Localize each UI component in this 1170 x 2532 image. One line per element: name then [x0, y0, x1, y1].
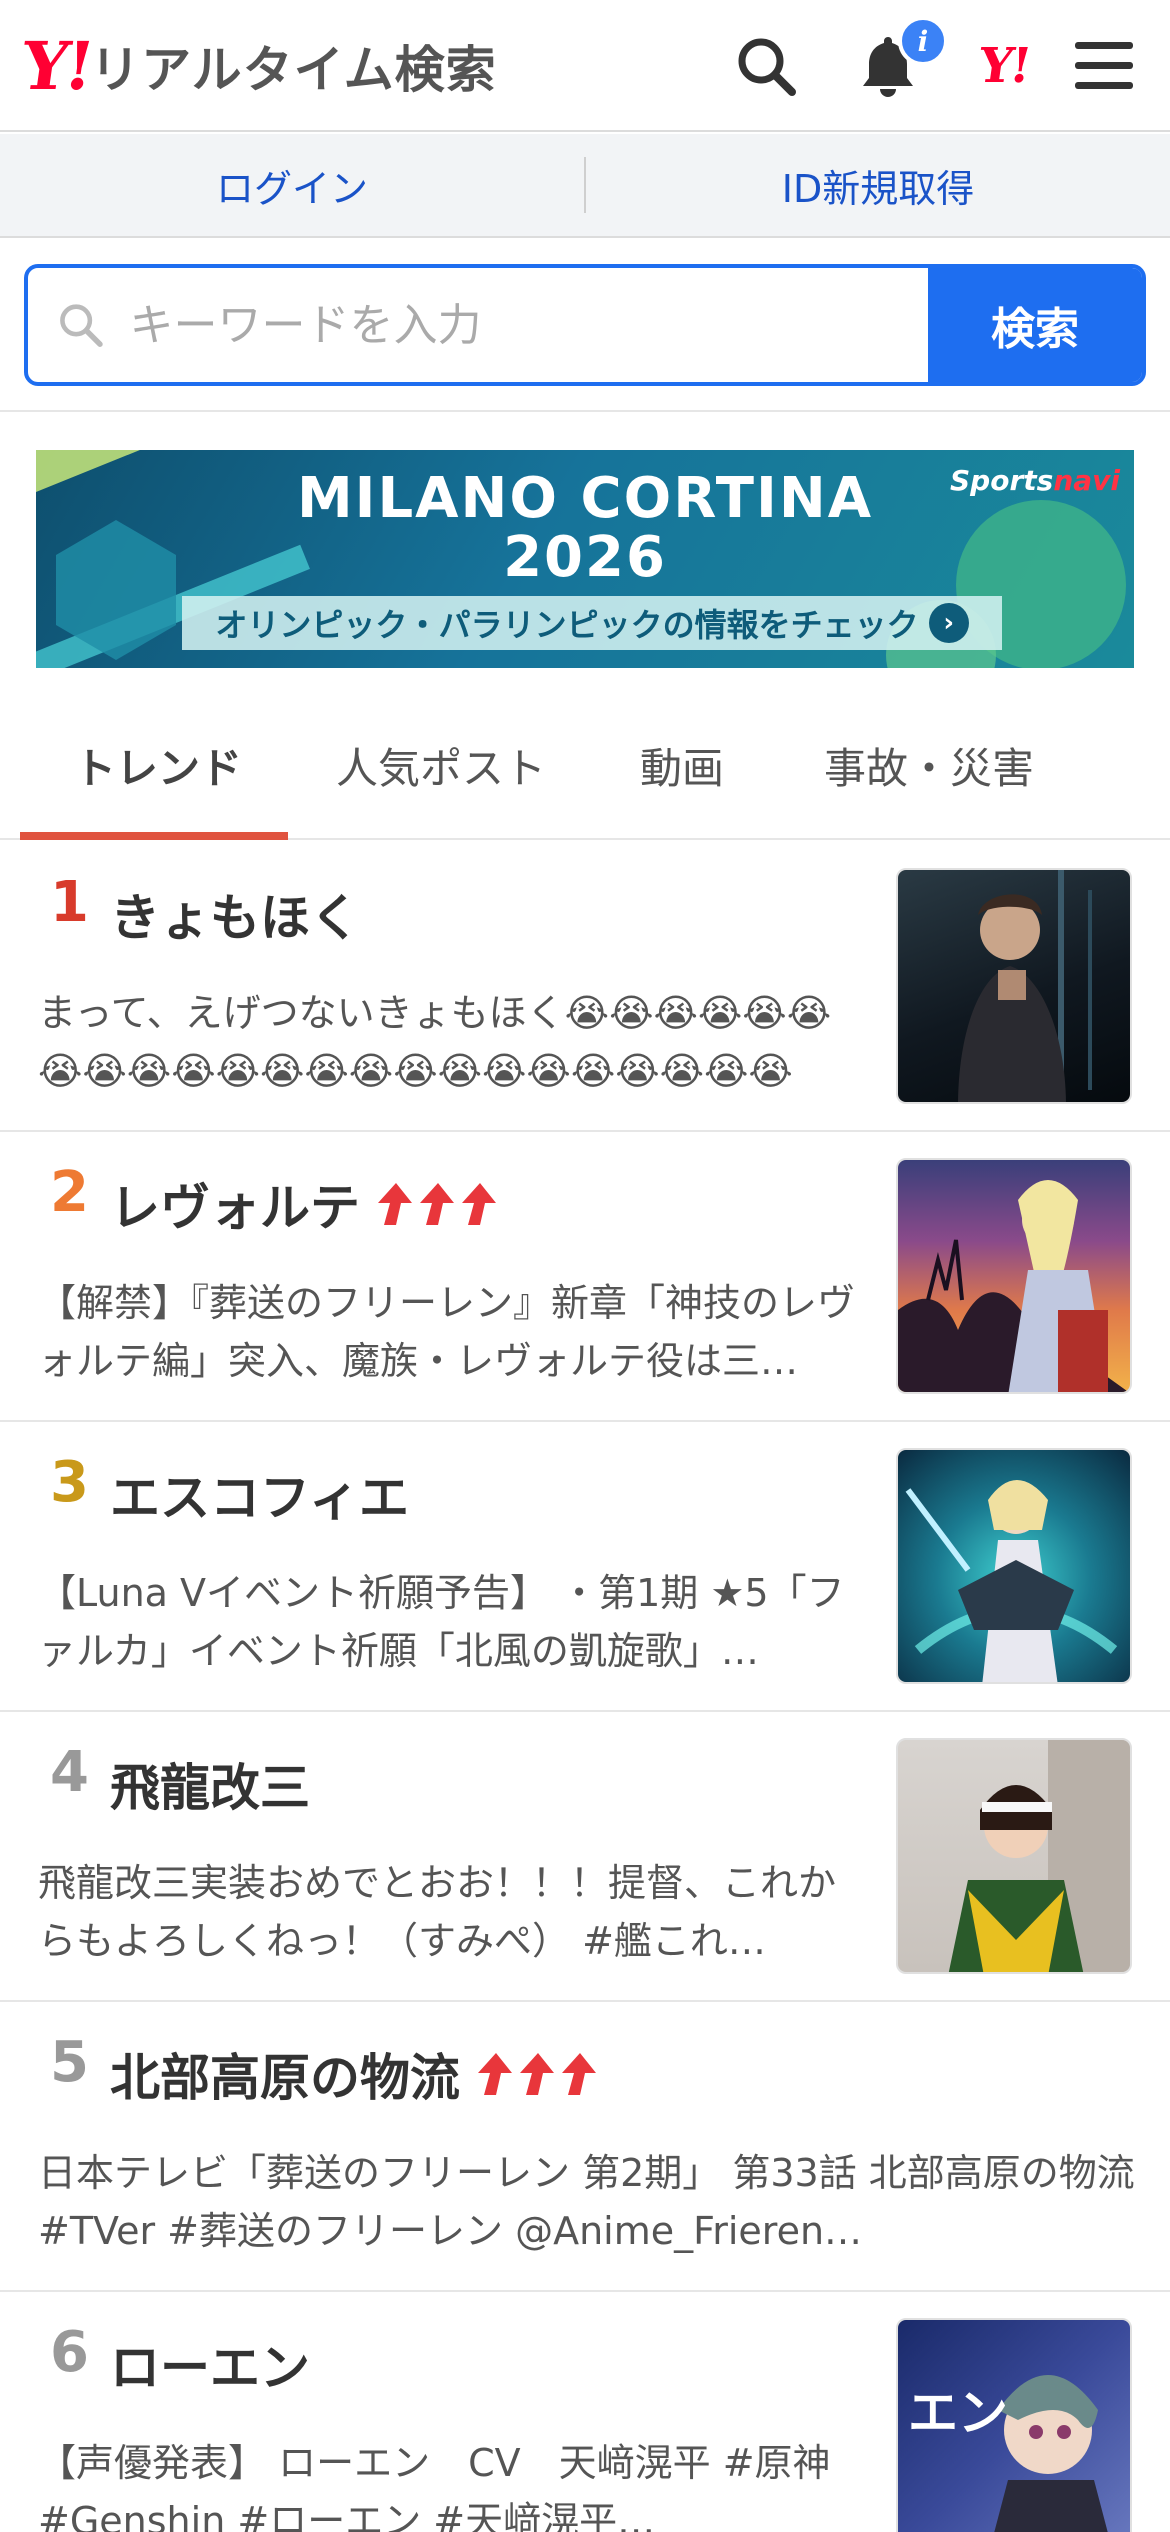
- trend-snippet: まって、えげつないきょもほく😭😭😭😭😭😭😭😭😭😭😭😭😭😭😭😭😭😭😭😭😭😭😭😭…: [38, 991, 832, 1093]
- ranking-item-3[interactable]: 3 エスコフィエ 【Luna Vイベント祈願予告】 ・第1期 ★5「ファルカ」イ…: [0, 1422, 1170, 1712]
- chevron-right-icon: ›: [928, 603, 969, 643]
- tab-popular-posts[interactable]: 人気ポスト: [336, 690, 546, 840]
- register-link[interactable]: ID新規取得: [586, 158, 1170, 213]
- login-link[interactable]: ログイン: [0, 158, 584, 213]
- trend-snippet: 【Luna Vイベント祈願予告】 ・第1期 ★5「ファルカ」イベント祈願「北風の…: [38, 1571, 845, 1673]
- tab-accidents-disasters[interactable]: 事故・災害: [824, 690, 1034, 840]
- ranking-item-2[interactable]: 2 レヴォルテ 【解禁】『葬送のフリーレン』新章「神技のレヴォルテ編」突入、魔族…: [0, 1132, 1170, 1422]
- trend-keyword[interactable]: ローエン: [110, 2328, 310, 2400]
- rank-number: 5: [50, 2030, 89, 2095]
- notification-badge[interactable]: i: [898, 16, 948, 66]
- trend-thumbnail[interactable]: [896, 868, 1132, 1104]
- search-icon[interactable]: [730, 30, 802, 102]
- active-tab-indicator: [20, 832, 288, 840]
- banner-title: MILANO CORTINA 2026: [296, 466, 874, 590]
- rank-number: 2: [50, 1160, 89, 1225]
- tab-videos[interactable]: 動画: [640, 690, 724, 840]
- trend-up-arrows-icon: [474, 2051, 598, 2097]
- menu-icon[interactable]: [1068, 30, 1140, 102]
- login-bar: ログイン ID新規取得: [0, 134, 1170, 238]
- logo-mark: Y!: [16, 27, 96, 105]
- trend-keyword[interactable]: きょもほく: [110, 878, 360, 950]
- banner-subtitle: オリンピック・パラリンピックの情報をチェック ›: [182, 596, 1002, 650]
- trend-snippet: 【解禁】『葬送のフリーレン』新章「神技のレヴォルテ編」突入、魔族・レヴォルテ役は…: [38, 1281, 856, 1383]
- rank-number: 1: [50, 870, 89, 935]
- app-header: Y! リアルタイム検索 i Y!: [0, 0, 1170, 132]
- trend-thumbnail[interactable]: [896, 1738, 1132, 1974]
- svg-text:エン: エン: [908, 2384, 1008, 2442]
- rank-number: 4: [50, 1740, 89, 1805]
- trend-thumbnail[interactable]: エン: [896, 2318, 1132, 2532]
- category-tabs: トレンド 人気ポスト 動画 事故・災害: [0, 690, 1170, 840]
- section-divider: [0, 410, 1170, 412]
- search-field[interactable]: [28, 268, 928, 382]
- trend-snippet: 日本テレビ「葬送のフリーレン 第2期」 第33話 北部高原の物流 #TVer #…: [38, 2151, 1135, 2253]
- search-field-icon: [60, 304, 103, 347]
- trend-thumbnail[interactable]: [896, 1158, 1132, 1394]
- yj-mark: Y!: [975, 38, 1033, 94]
- trend-keyword[interactable]: 飛龍改三: [110, 1748, 310, 1820]
- trend-keyword[interactable]: レヴォルテ: [110, 1168, 498, 1240]
- search-input[interactable]: [129, 299, 928, 351]
- tab-trend[interactable]: トレンド: [74, 690, 242, 840]
- ranking-item-1[interactable]: 1 きょもほく まって、えげつないきょもほく😭😭😭😭😭😭😭😭😭😭😭😭😭😭😭😭😭😭…: [0, 842, 1170, 1132]
- ranking-item-5[interactable]: 5 北部高原の物流 日本テレビ「葬送のフリーレン 第2期」 第33話 北部高原の…: [0, 2002, 1170, 2292]
- rank-number: 3: [50, 1450, 89, 1515]
- trend-keyword[interactable]: 北部高原の物流: [110, 2038, 598, 2110]
- yahoo-japan-icon[interactable]: Y!: [968, 30, 1040, 102]
- yahoo-realtime-logo[interactable]: Y! リアルタイム検索: [17, 27, 497, 105]
- ranking-item-6[interactable]: 6 ローエン 【声優発表】 ローエン CV 天﨑滉平 #原神 #Genshin …: [0, 2292, 1170, 2532]
- logo-text: リアルタイム検索: [90, 41, 497, 99]
- search-box: 検索: [24, 264, 1146, 386]
- trend-snippet: 【声優発表】 ローエン CV 天﨑滉平 #原神 #Genshin #ローエン #…: [38, 2441, 831, 2532]
- ranking-item-4[interactable]: 4 飛龍改三 飛龍改三実装おめでとおお！！！提督、これからもよろしくねっ！（すみ…: [0, 1712, 1170, 2002]
- trend-keyword[interactable]: エスコフィエ: [110, 1458, 409, 1530]
- trend-thumbnail[interactable]: [896, 1448, 1132, 1684]
- olympics-banner[interactable]: Sportsnavi MILANO CORTINA 2026 オリンピック・パラ…: [36, 450, 1134, 668]
- trend-up-arrows-icon: [374, 1181, 498, 1227]
- search-button[interactable]: 検索: [928, 268, 1142, 382]
- rank-number: 6: [50, 2320, 89, 2385]
- trend-snippet: 飛龍改三実装おめでとおお！！！提督、これからもよろしくねっ！（すみぺ） #艦これ…: [38, 1861, 837, 1963]
